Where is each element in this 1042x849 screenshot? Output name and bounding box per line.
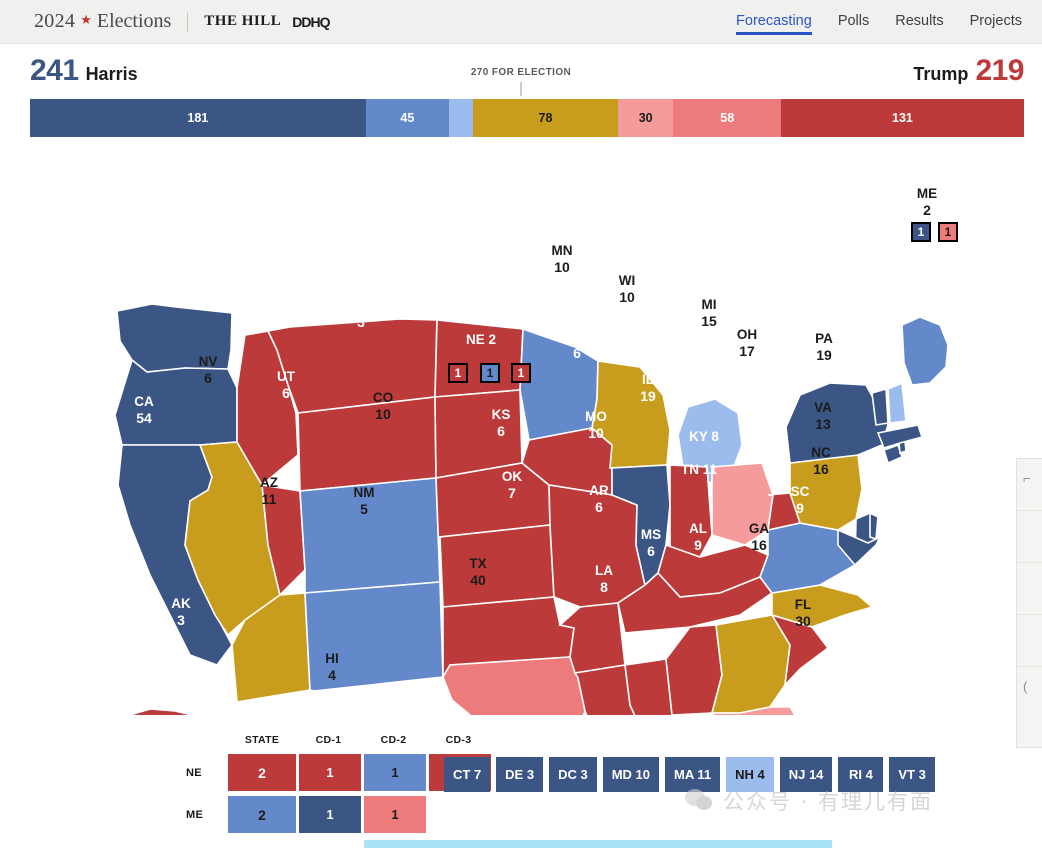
wechat-icon xyxy=(685,789,713,813)
side-panel-row-5[interactable]: ( xyxy=(1017,667,1042,719)
cd-cell-me-cd1[interactable]: 1 xyxy=(299,796,361,833)
congressional-district-boxes: 11111 xyxy=(0,145,1042,715)
side-panel-glyph-icon: ⌐ xyxy=(1023,471,1031,486)
brand-divider xyxy=(187,11,189,32)
small-state-chip-nh[interactable]: NH 4 xyxy=(726,757,774,792)
small-state-chip-ct[interactable]: CT 7 xyxy=(444,757,491,792)
cd-row-label-me: ME xyxy=(186,808,204,821)
side-panel-row-1[interactable]: ⌐ xyxy=(1017,459,1042,511)
cd-cell-me-cd2[interactable]: 1 xyxy=(364,796,426,833)
cd-cell-me-state[interactable]: 2 xyxy=(228,796,296,833)
side-panel-partial[interactable]: ⌐ ( xyxy=(1016,458,1042,748)
me-cd-1-box[interactable]: 1 xyxy=(911,222,931,242)
cd-header-cd-2: CD-2 xyxy=(380,734,407,746)
star-icon: ★ xyxy=(80,11,92,27)
small-states-legend: CT 7 DE 3 DC 3 MD 10 MA 11 NH 4 NJ 14 RI 4 VT 3 xyxy=(444,757,935,792)
side-panel-row-3[interactable] xyxy=(1017,563,1042,615)
brand-elections: Elections xyxy=(96,10,172,32)
small-state-chip-md[interactable]: MD 10 xyxy=(602,757,659,792)
main-nav: Forecasting Polls Results Projects xyxy=(736,0,1022,43)
horizontal-scrollbar-thumb[interactable] xyxy=(364,840,832,848)
threshold-tick-marker xyxy=(520,82,522,96)
side-panel-row-4[interactable] xyxy=(1017,615,1042,667)
small-state-chip-nj[interactable]: NJ 14 xyxy=(779,757,833,792)
ev-segment-solid-rep[interactable]: 131 xyxy=(781,99,1024,137)
cd-table-header-row: STATE CD-1 CD-2 CD-3 xyxy=(228,730,494,750)
ev-segment-likely-dem[interactable]: 45 xyxy=(365,99,450,137)
small-state-chip-dc[interactable]: DC 3 xyxy=(549,757,597,792)
scoreboard: 241 Harris Trump 219 270 FOR ELECTION xyxy=(0,52,1042,96)
cd-cell-ne-cd2[interactable]: 1 xyxy=(364,754,426,791)
left-edge-strip xyxy=(0,44,9,849)
ne-cd-2-box[interactable]: 1 xyxy=(480,363,500,383)
cd-cell-ne-state[interactable]: 2 xyxy=(228,754,296,791)
nav-item-forecasting[interactable]: Forecasting xyxy=(736,13,812,35)
small-state-chip-ri[interactable]: RI 4 xyxy=(838,757,884,792)
rep-candidate-name: Trump xyxy=(913,64,969,84)
cd-row-label-ne: NE xyxy=(186,766,202,779)
brand-year: 2024 xyxy=(34,10,76,32)
rep-ev-count: 219 xyxy=(975,54,1024,87)
ev-segment-lean-rep[interactable]: 30 xyxy=(617,99,674,137)
cd-cell-ne-cd1[interactable]: 1 xyxy=(299,754,361,791)
brand-logo[interactable]: 2024 ★ Elections THE HILL DDHQ xyxy=(34,10,330,33)
dem-ev-count: 241 xyxy=(30,54,79,87)
ne-cd-3-box[interactable]: 1 xyxy=(511,363,531,383)
dem-candidate-name: Harris xyxy=(85,64,138,84)
me-cd-2-box[interactable]: 1 xyxy=(938,222,958,242)
side-panel-row-2[interactable] xyxy=(1017,511,1042,563)
horizontal-scrollbar-track[interactable] xyxy=(0,839,1042,849)
rep-score: Trump 219 xyxy=(913,54,1024,88)
small-state-chip-vt[interactable]: VT 3 xyxy=(889,757,935,792)
partner-the-hill-logo: THE HILL xyxy=(204,13,282,29)
ev-segment-likely-rep[interactable]: 58 xyxy=(673,99,781,137)
cd-cell-me-cd3 xyxy=(429,796,491,833)
ne-cd-1-box[interactable]: 1 xyxy=(448,363,468,383)
electoral-map[interactable]: WA 12 OR 8 CA 54 NV 6 ID 4 MT 4 WY 3 UT 6 AZ 11 CO 10 NM 5 ND 3… xyxy=(0,145,1042,715)
side-panel-circle-icon: ( xyxy=(1023,679,1028,694)
ev-segment-toss-up[interactable]: 78 xyxy=(473,99,618,137)
ev-segment-lean-dem[interactable] xyxy=(449,99,474,137)
cd-header-state: STATE xyxy=(244,734,280,746)
cd-header-cd-1: CD-1 xyxy=(315,734,342,746)
dem-score: 241 Harris xyxy=(30,54,138,88)
small-state-chip-ma[interactable]: MA 11 xyxy=(665,757,721,792)
nav-item-polls[interactable]: Polls xyxy=(838,13,869,31)
small-state-chip-de[interactable]: DE 3 xyxy=(496,757,544,792)
nav-item-results[interactable]: Results xyxy=(895,13,943,31)
ev-segment-solid-dem[interactable]: 181 xyxy=(30,99,366,137)
site-header: 2024 ★ Elections THE HILL DDHQ Forecasti… xyxy=(0,0,1042,44)
nav-item-projects[interactable]: Projects xyxy=(970,13,1022,31)
page-root: 2024 ★ Elections THE HILL DDHQ Forecasti… xyxy=(0,0,1042,849)
threshold-label: 270 FOR ELECTION xyxy=(470,67,572,78)
electoral-vote-bar[interactable]: 181 45 78 30 58 131 xyxy=(30,99,1024,137)
partner-ddhq-logo: DDHQ xyxy=(292,13,330,30)
cd-row-me: ME 2 1 1 xyxy=(186,795,494,834)
cd-header-cd-3: CD-3 xyxy=(445,734,472,746)
